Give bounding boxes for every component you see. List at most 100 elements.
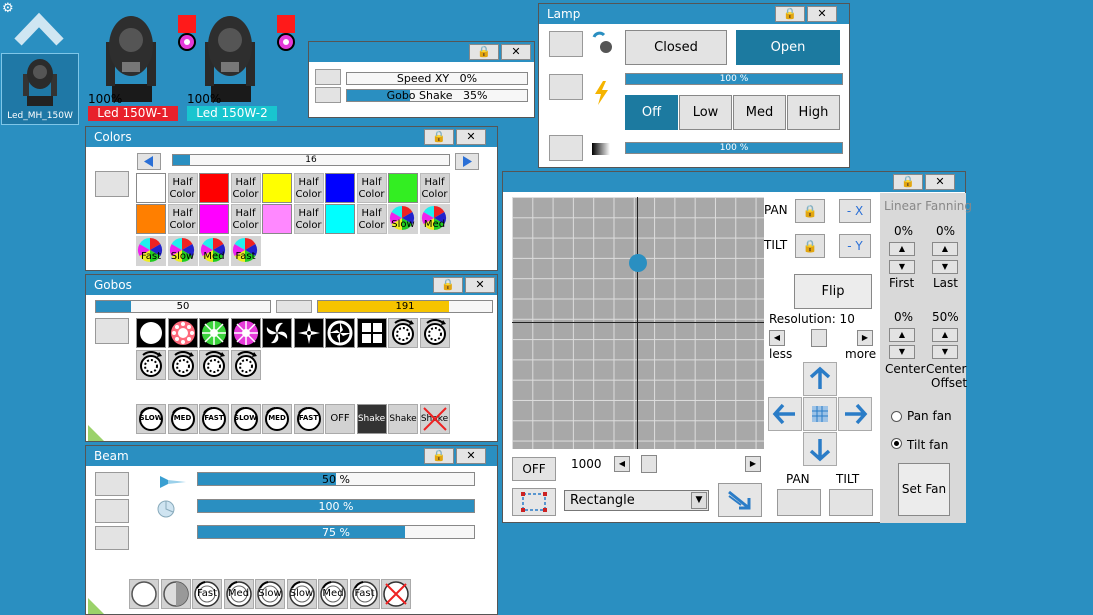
lamp-med-button[interactable]: Med xyxy=(733,95,786,130)
nudge-up-button[interactable] xyxy=(803,362,837,396)
offset-up-button[interactable]: ▲ xyxy=(932,328,958,342)
lock-icon[interactable]: 🔒 xyxy=(424,129,454,145)
gobo-shake-slow-button[interactable]: Shake xyxy=(388,404,418,434)
shutter-button[interactable] xyxy=(549,31,583,57)
gobo-scroll-button[interactable] xyxy=(136,350,166,380)
color-wheel-slow-button[interactable]: Slow xyxy=(388,204,418,234)
iris-off-button[interactable] xyxy=(381,579,411,609)
open-button[interactable]: Open xyxy=(736,30,840,65)
prev-arrow-button[interactable] xyxy=(137,153,161,170)
gobo-8-button[interactable] xyxy=(356,318,387,348)
dimmer-button[interactable] xyxy=(549,135,583,161)
half-color-button[interactable]: Half Color xyxy=(230,204,261,234)
lock-icon[interactable]: 🔒 xyxy=(424,448,454,464)
effect-off-button[interactable]: OFF xyxy=(512,457,556,481)
gobo-scroll-button[interactable] xyxy=(419,318,450,348)
frost-bar[interactable]: 100 % xyxy=(197,499,475,513)
center-down-button[interactable]: ▼ xyxy=(889,345,915,359)
gobo-shake-button[interactable] xyxy=(315,87,341,103)
gobo-shake-bar[interactable]: Gobo Shake 35% xyxy=(346,89,528,102)
color-swatch[interactable] xyxy=(262,204,292,234)
gobo-rotate-slow-button[interactable]: SLOW xyxy=(136,404,166,434)
half-color-button[interactable]: Half Color xyxy=(419,173,450,203)
invert-x-button[interactable]: - X xyxy=(839,199,871,223)
zoom-bar[interactable]: 50 % xyxy=(197,472,475,486)
invert-y-button[interactable]: - Y xyxy=(839,234,871,258)
speed-xy-bar[interactable]: Speed XY 0% xyxy=(346,72,528,85)
gobo-shake-button[interactable]: Shake xyxy=(356,404,387,434)
dimmer-bar[interactable]: 100 % xyxy=(625,142,843,154)
next-arrow-button[interactable] xyxy=(455,153,479,170)
position-dot[interactable] xyxy=(629,253,647,272)
color-swatch[interactable] xyxy=(199,204,229,234)
gobo-1-button[interactable] xyxy=(136,318,166,348)
center-grid-icon[interactable] xyxy=(803,397,837,431)
last-down-button[interactable]: ▼ xyxy=(932,260,958,274)
first-up-button[interactable]: ▲ xyxy=(889,242,915,256)
speed-right-button[interactable]: ▶ xyxy=(745,456,761,472)
gobo-rotate-fast-button[interactable]: FAST xyxy=(293,404,324,434)
close-icon[interactable]: ✕ xyxy=(925,174,955,190)
color-swatch[interactable] xyxy=(136,204,166,234)
lamp-high-button[interactable]: High xyxy=(787,95,840,130)
color-wheel-fast-button[interactable]: Fast xyxy=(136,236,166,266)
close-icon[interactable]: ✕ xyxy=(456,129,486,145)
iris-open-button[interactable] xyxy=(129,579,159,609)
lamp-intensity-bar[interactable]: 100 % xyxy=(625,73,843,85)
lock-icon[interactable]: 🔒 xyxy=(433,277,463,293)
tilt-fan-radio[interactable] xyxy=(891,438,902,449)
gobo-rotate-med-button[interactable]: MED xyxy=(167,404,198,434)
tilt-bottom-button[interactable] xyxy=(829,489,873,516)
resolution-thumb[interactable] xyxy=(811,329,827,347)
color-swatch[interactable] xyxy=(262,173,292,203)
color-slider[interactable]: 16 xyxy=(172,154,450,166)
color-swatch[interactable] xyxy=(388,173,418,203)
pan-lock-button[interactable]: 🔒 xyxy=(795,199,825,223)
color-swatch[interactable] xyxy=(325,204,355,234)
half-color-button[interactable]: Half Color xyxy=(293,204,324,234)
first-down-button[interactable]: ▼ xyxy=(889,260,915,274)
half-color-button[interactable]: Half Color xyxy=(356,173,387,203)
zoom-button[interactable] xyxy=(95,472,129,496)
fixture-2[interactable]: 100% Led 150W-2 xyxy=(187,12,295,122)
gobo-off-button[interactable]: OFF xyxy=(325,404,355,434)
color-swatch[interactable] xyxy=(325,173,355,203)
color-swatch[interactable] xyxy=(199,173,229,203)
gobo-mid-button[interactable] xyxy=(276,300,312,313)
half-color-button[interactable]: Half Color xyxy=(230,173,261,203)
lamp-power-button[interactable] xyxy=(549,74,583,100)
gobo-rotate-med-button[interactable]: MED xyxy=(262,404,292,434)
frost-button[interactable] xyxy=(95,499,129,523)
gobo-6-button[interactable] xyxy=(293,318,324,348)
gobo-5-button[interactable] xyxy=(262,318,292,348)
gobo-slider-1[interactable]: 50 xyxy=(95,300,271,313)
gobo-scroll-button[interactable] xyxy=(199,350,229,380)
tilt-lock-button[interactable]: 🔒 xyxy=(795,234,825,258)
color-wheel-slow-button[interactable]: Slow xyxy=(167,236,198,266)
apply-shape-button[interactable] xyxy=(718,483,762,517)
gobo-4-button[interactable] xyxy=(230,318,261,348)
xy-pad[interactable] xyxy=(512,197,764,449)
fixture-1[interactable]: 100% Led 150W-1 xyxy=(88,12,196,122)
color-wheel-med-button[interactable]: Med xyxy=(199,236,229,266)
color-select-button[interactable] xyxy=(95,171,129,197)
half-color-button[interactable]: Half Color xyxy=(167,173,198,203)
gobo-2-button[interactable] xyxy=(167,318,198,348)
iris-med-button[interactable]: Med xyxy=(318,579,348,609)
center-up-button[interactable]: ▲ xyxy=(889,328,915,342)
resize-grip-icon[interactable] xyxy=(88,423,106,441)
lock-icon[interactable]: 🔒 xyxy=(469,44,499,60)
color-wheel-med-button[interactable]: Med xyxy=(419,204,450,234)
lock-icon[interactable]: 🔒 xyxy=(893,174,923,190)
shape-select-icon[interactable] xyxy=(512,488,556,516)
prism-bar[interactable]: 75 % xyxy=(197,525,475,539)
pan-bottom-button[interactable] xyxy=(777,489,821,516)
gobo-scroll-button[interactable] xyxy=(388,318,418,348)
iris-med-button[interactable]: Med xyxy=(223,579,254,609)
iris-slow-button[interactable]: Slow xyxy=(286,579,317,609)
iris-half-button[interactable] xyxy=(160,579,191,609)
close-icon[interactable]: ✕ xyxy=(501,44,531,60)
iris-fast-button[interactable]: Fast xyxy=(349,579,380,609)
gobo-slider-2[interactable]: 191 xyxy=(317,300,493,313)
up-chevron-icon[interactable] xyxy=(14,8,64,48)
